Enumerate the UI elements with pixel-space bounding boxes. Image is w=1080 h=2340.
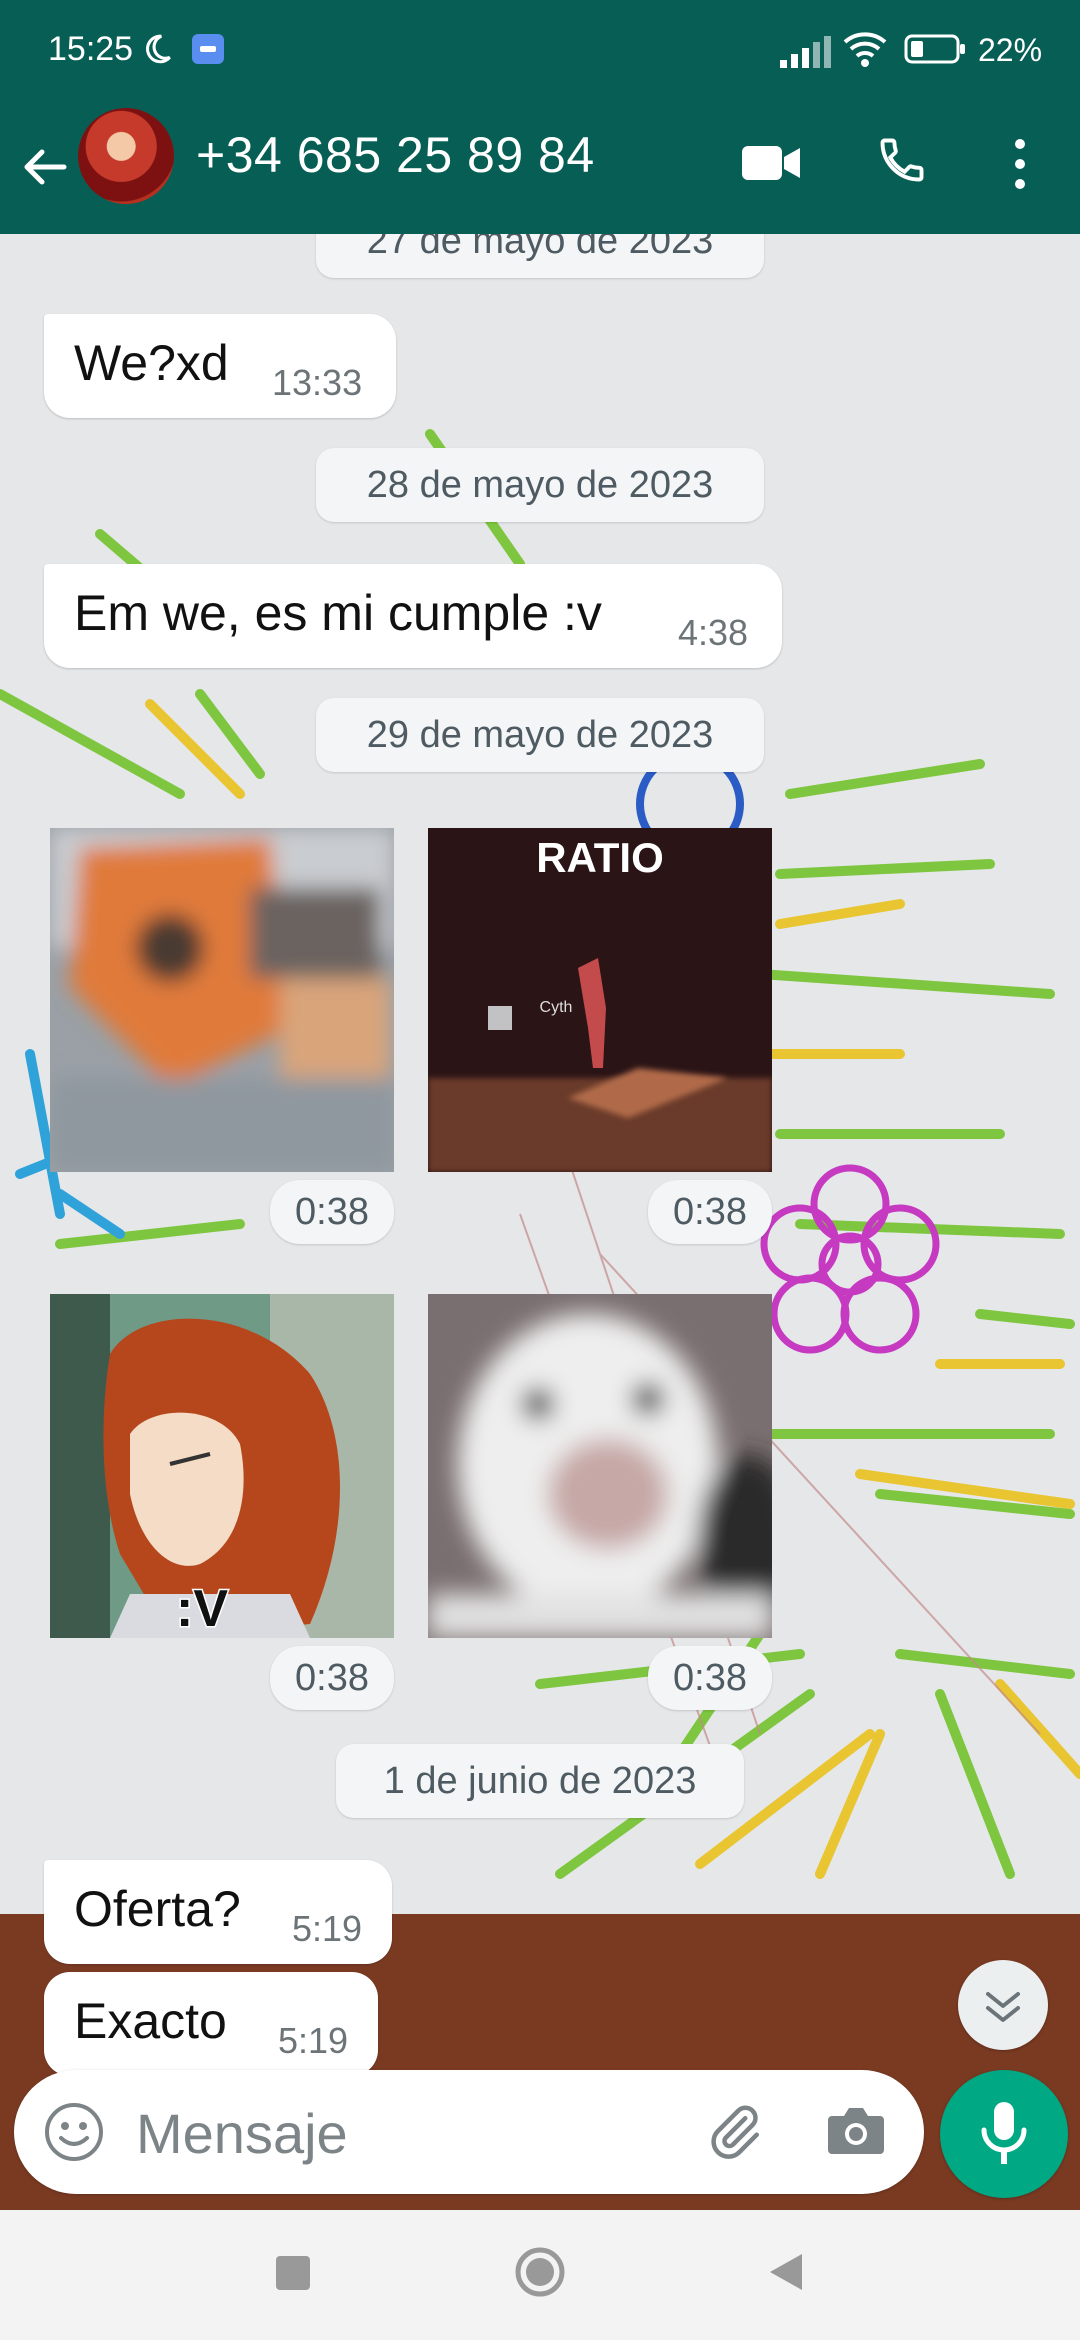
camera-icon[interactable]: [826, 2102, 886, 2158]
sticker-image[interactable]: RATIO Cyth: [428, 828, 772, 1172]
paperclip-icon[interactable]: [704, 2102, 764, 2162]
sticker-caption: :V: [176, 1580, 228, 1638]
date-label: 1 de junio de 2023: [383, 1760, 697, 1802]
wifi-icon: [843, 32, 887, 67]
date-chip: 1 de junio de 2023: [336, 1744, 744, 1818]
moon-icon: [146, 34, 171, 64]
double-chevron-down-icon: [986, 1992, 1020, 2022]
date-label: 29 de mayo de 2023: [366, 714, 714, 756]
media-time-label: 0:38: [295, 1657, 369, 1699]
sticker-caption: RATIO: [536, 834, 664, 881]
media-time-label: 0:38: [295, 1191, 369, 1233]
chat-area[interactable]: 27 de mayo de 2023 We?xd 13:33 28 de may…: [0, 234, 1080, 2210]
sticker-blurry-photo: [50, 828, 394, 1172]
message-bubble[interactable]: Oferta? 5:19: [44, 1860, 392, 1964]
phone-icon[interactable]: [876, 132, 928, 188]
media-time-label: 0:38: [673, 1191, 747, 1233]
sticker-anime-face: :V: [50, 1294, 394, 1638]
media-time-label: 0:38: [673, 1657, 747, 1699]
message-text: We?xd: [74, 335, 229, 391]
message-bubble[interactable]: We?xd 13:33: [44, 314, 396, 418]
battery-percent: 22%: [978, 32, 1043, 68]
sticker-image[interactable]: [428, 1294, 772, 1638]
media-time: 0:38: [648, 1646, 772, 1710]
more-vert-icon[interactable]: [1006, 134, 1034, 194]
battery-icon: [904, 34, 965, 64]
date-label: 28 de mayo de 2023: [366, 464, 714, 506]
media-time: 0:38: [270, 1646, 394, 1710]
sticker-subcaption: Cyth: [540, 999, 573, 1016]
message-input[interactable]: [134, 2092, 698, 2174]
top-bar: 15:25 22% +34 685 25 89 84: [0, 0, 1080, 234]
message-time: 13:33: [272, 362, 363, 403]
back-triangle-icon[interactable]: [766, 2250, 806, 2294]
scroll-to-bottom-button[interactable]: [958, 1960, 1048, 2050]
status-bar: 15:25 22%: [0, 0, 1080, 100]
sticker-ratio: RATIO Cyth: [428, 828, 772, 1172]
sticker-cat: [428, 1294, 772, 1638]
date-chip: 27 de mayo de 2023: [316, 234, 764, 278]
message-bubble[interactable]: Em we, es mi cumple :v 4:38: [44, 564, 782, 668]
message-time: 4:38: [678, 612, 749, 653]
media-time: 0:38: [270, 1180, 394, 1244]
contact-name[interactable]: +34 685 25 89 84: [196, 126, 595, 184]
recent-apps-button[interactable]: [276, 2256, 310, 2290]
date-chip: 28 de mayo de 2023: [316, 448, 764, 522]
home-button[interactable]: [514, 2246, 566, 2298]
system-navigation-bar: [0, 2210, 1080, 2340]
sticker-image[interactable]: [50, 828, 394, 1172]
message-time: 5:19: [278, 2020, 349, 2061]
message-text: Exacto: [74, 1993, 227, 2049]
message-time: 5:19: [292, 1908, 363, 1949]
emoji-icon[interactable]: [42, 2100, 106, 2164]
message-text: Em we, es mi cumple :v: [74, 585, 602, 641]
notification-icon: [192, 34, 224, 64]
microphone-icon: [981, 2102, 1027, 2164]
avatar[interactable]: [78, 108, 174, 204]
media-time: 0:38: [648, 1180, 772, 1244]
date-chip: 29 de mayo de 2023: [316, 698, 764, 772]
date-label: 27 de mayo de 2023: [366, 234, 714, 262]
status-time: 15:25: [48, 30, 134, 68]
message-text: Oferta?: [74, 1881, 241, 1937]
signal-icon: [780, 36, 831, 68]
chat-header: +34 685 25 89 84: [0, 100, 1080, 234]
video-camera-icon[interactable]: [740, 140, 802, 186]
arrow-left-icon[interactable]: [20, 142, 70, 192]
message-bubble[interactable]: Exacto 5:19: [44, 1972, 378, 2076]
microphone-button[interactable]: [940, 2070, 1068, 2198]
sticker-image[interactable]: :V: [50, 1294, 394, 1638]
message-composer: [14, 2070, 924, 2194]
